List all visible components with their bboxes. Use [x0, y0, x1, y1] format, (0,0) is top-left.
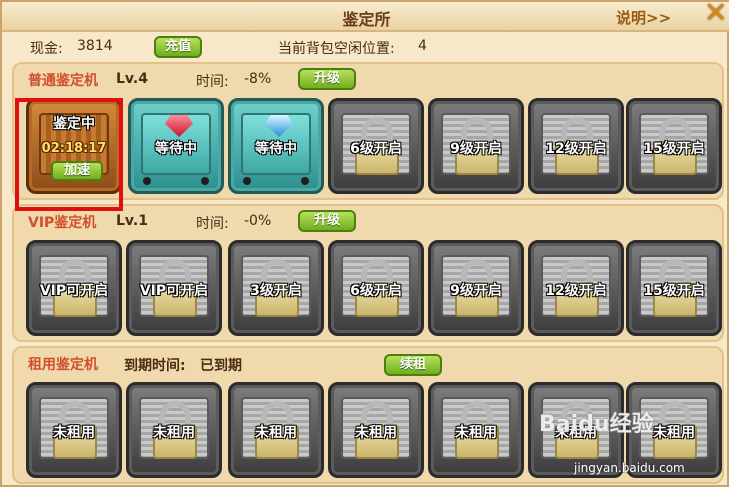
identify-slot-locked[interactable]: 15级开启 [626, 98, 722, 194]
vip-machine-section: VIP鉴定机 Lv.1 时间: -0% 升级 VIP可开启 VIP可开启 3级开… [12, 204, 724, 342]
rental-status: 未租用 [153, 425, 195, 441]
slot-foot [143, 177, 151, 185]
unlock-requirement: 9级开启 [450, 283, 502, 299]
expire-time-label: 到期时间: [124, 358, 186, 374]
identify-slot-waiting[interactable]: 等待中 [228, 98, 324, 194]
unlock-requirement: VIP可开启 [39, 283, 109, 299]
vip-slot-locked[interactable]: 6级开启 [328, 240, 424, 336]
title-bar: 鉴定所 说明>> ✕ [2, 0, 729, 32]
rental-status: 未租用 [455, 425, 497, 441]
money-label: 现金: [30, 41, 63, 57]
vip-slot-locked[interactable]: 15级开启 [626, 240, 722, 336]
unlock-requirement: 15级开启 [643, 283, 705, 299]
normal-machine-name: 普通鉴定机 [28, 73, 98, 89]
vip-machine-level: Lv.1 [116, 213, 148, 229]
unlock-requirement: 15级开启 [643, 141, 705, 157]
rental-status: 未租用 [255, 425, 297, 441]
vip-slot-locked[interactable]: VIP可开启 [26, 240, 122, 336]
close-icon[interactable]: ✕ [704, 0, 729, 28]
vip-machine-name: VIP鉴定机 [28, 215, 97, 231]
vip-time-value: -0% [244, 213, 272, 229]
vip-time-label: 时间: [196, 216, 229, 232]
slot-status-label: 等待中 [155, 141, 197, 157]
identifying-status: 鉴定中 [53, 116, 95, 132]
identify-window: 鉴定所 说明>> ✕ 现金: 3814 充值 当前背包空闲位置: 4 普通鉴定机… [0, 0, 729, 487]
unlock-requirement: 12级开启 [545, 141, 607, 157]
rental-slot[interactable]: 未租用 [228, 382, 324, 478]
vip-upgrade-button[interactable]: 升级 [298, 210, 356, 232]
unlock-requirement: 6级开启 [350, 141, 402, 157]
unlock-requirement: 9级开启 [450, 141, 502, 157]
slot-foot [201, 177, 209, 185]
identify-slot-active[interactable]: 鉴定中 02:18:17 加速 [26, 98, 122, 194]
identify-slot-locked[interactable]: 6级开启 [328, 98, 424, 194]
identify-timer: 02:18:17 [41, 141, 107, 156]
normal-machine-level: Lv.4 [116, 71, 148, 87]
unlock-requirement: 12级开启 [545, 283, 607, 299]
normal-upgrade-button[interactable]: 升级 [298, 68, 356, 90]
unlock-requirement: 6级开启 [350, 283, 402, 299]
money-value: 3814 [77, 38, 113, 54]
slot-foot [301, 177, 309, 185]
normal-time-value: -8% [244, 71, 272, 87]
watermark-logo: Baidu经验 [539, 412, 654, 437]
watermark-url: jingyan.baidu.com [574, 461, 685, 475]
rental-slot[interactable]: 未租用 [126, 382, 222, 478]
bag-space-label: 当前背包空闲位置: [278, 41, 395, 57]
rental-machine-name: 租用鉴定机 [28, 357, 98, 373]
rental-status: 未租用 [355, 425, 397, 441]
vip-slot-locked[interactable]: 9级开启 [428, 240, 524, 336]
help-link[interactable]: 说明>> [616, 7, 671, 28]
identify-slot-waiting[interactable]: 等待中 [128, 98, 224, 194]
normal-machine-section: 普通鉴定机 Lv.4 时间: -8% 升级 鉴定中 02:18:17 加速 等待… [12, 62, 724, 200]
identify-slot-locked[interactable]: 12级开启 [528, 98, 624, 194]
unlock-requirement: 3级开启 [250, 283, 302, 299]
rental-slot[interactable]: 未租用 [328, 382, 424, 478]
normal-time-label: 时间: [196, 74, 229, 90]
rental-slot[interactable]: 未租用 [26, 382, 122, 478]
recharge-button[interactable]: 充值 [154, 36, 202, 58]
unlock-requirement: VIP可开启 [139, 283, 209, 299]
rental-slot[interactable]: 未租用 [428, 382, 524, 478]
vip-slot-locked[interactable]: 3级开启 [228, 240, 324, 336]
slot-foot [243, 177, 251, 185]
vip-slot-locked[interactable]: 12级开启 [528, 240, 624, 336]
bag-space-value: 4 [418, 38, 427, 54]
slot-status-label: 等待中 [255, 141, 297, 157]
identify-slot-locked[interactable]: 9级开启 [428, 98, 524, 194]
rental-status: 未租用 [53, 425, 95, 441]
renew-button[interactable]: 续租 [384, 354, 442, 376]
speed-up-button[interactable]: 加速 [51, 161, 103, 181]
expire-time-value: 已到期 [200, 358, 242, 374]
vip-slot-locked[interactable]: VIP可开启 [126, 240, 222, 336]
